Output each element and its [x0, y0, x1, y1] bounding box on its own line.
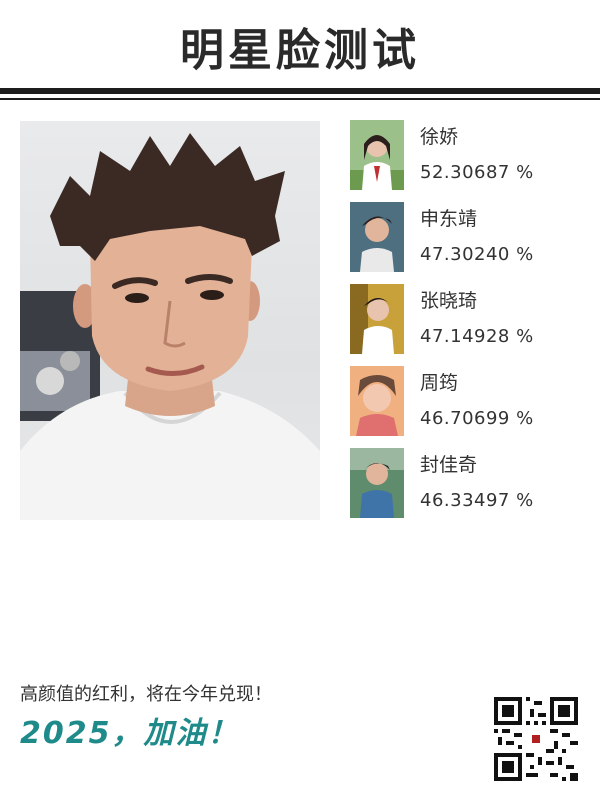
result-item[interactable]: 封佳奇 46.33497 %	[350, 448, 590, 530]
cheer-text: 2025，加油！	[20, 716, 240, 751]
celebrity-thumbnail	[350, 202, 404, 272]
slogan-text: 高颜值的红利，将在今年兑现！	[20, 684, 272, 705]
page-title: 明星脸测试	[180, 25, 420, 76]
celebrity-name: 徐娇	[420, 126, 459, 148]
match-results-list: 徐娇 52.30687 % 申东靖 47.30240 % 张晓琦 47.1492…	[350, 120, 590, 530]
celebrity-name: 周筠	[420, 372, 459, 394]
result-item[interactable]: 徐娇 52.30687 %	[350, 120, 590, 202]
celebrity-thumbnail	[350, 366, 404, 436]
header-divider-thin	[0, 98, 600, 100]
similarity-score: 47.14928 %	[420, 326, 534, 347]
uploaded-face-photo	[20, 121, 320, 520]
result-item[interactable]: 张晓琦 47.14928 %	[350, 284, 590, 366]
result-item[interactable]: 申东靖 47.30240 %	[350, 202, 590, 284]
celebrity-thumbnail	[350, 120, 404, 190]
qr-code-icon[interactable]	[494, 697, 578, 781]
celebrity-thumbnail	[350, 448, 404, 518]
similarity-score: 52.30687 %	[420, 162, 534, 183]
celebrity-name: 申东靖	[420, 208, 478, 230]
celebrity-name: 张晓琦	[420, 290, 478, 312]
similarity-score: 46.33497 %	[420, 490, 534, 511]
header-divider-thick	[0, 88, 600, 94]
result-item[interactable]: 周筠 46.70699 %	[350, 366, 590, 448]
similarity-score: 46.70699 %	[420, 408, 534, 429]
celebrity-thumbnail	[350, 284, 404, 354]
similarity-score: 47.30240 %	[420, 244, 534, 265]
celebrity-name: 封佳奇	[420, 454, 478, 476]
